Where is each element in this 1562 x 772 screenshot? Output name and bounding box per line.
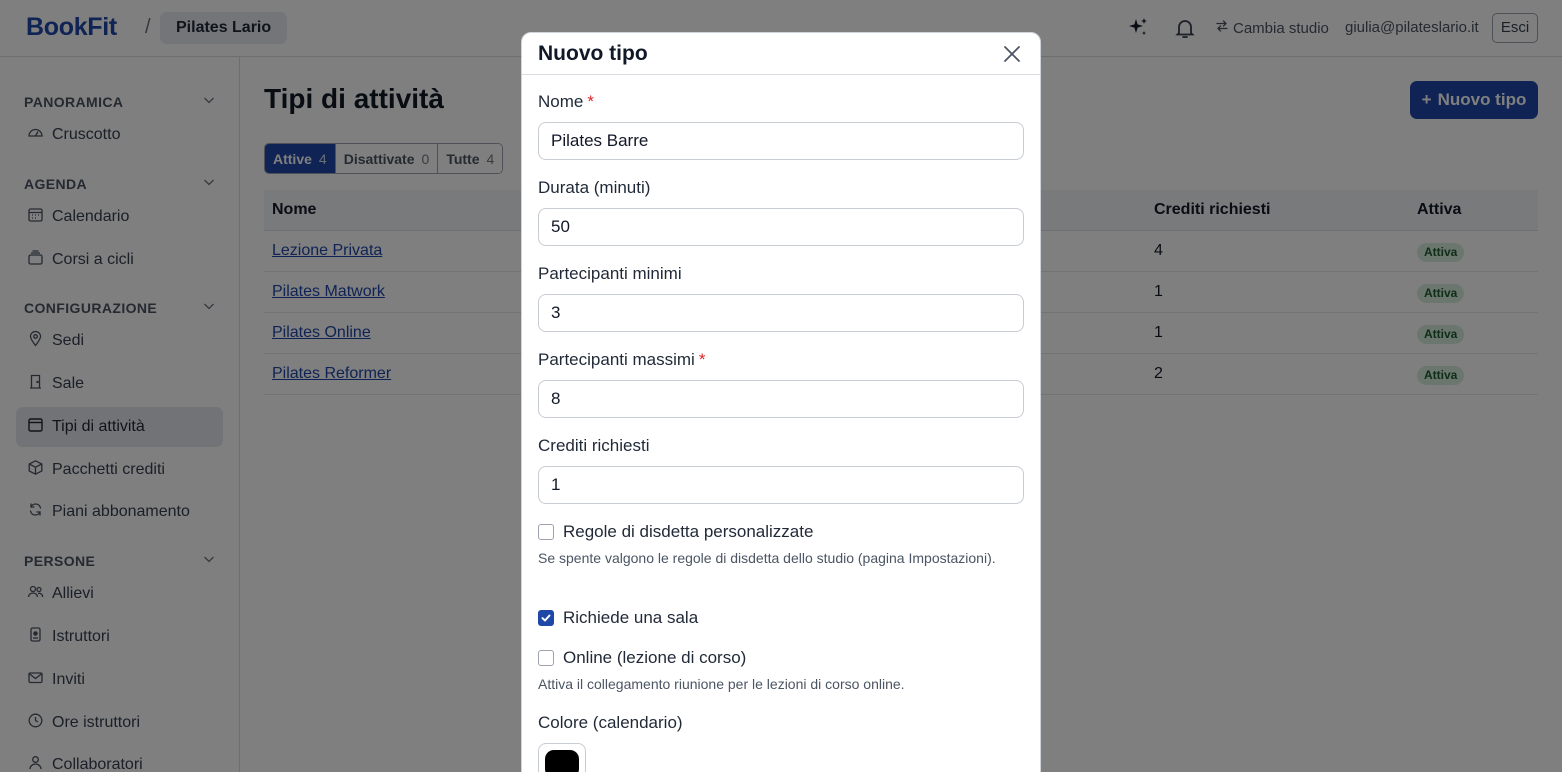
online-hint: Attiva il collegamento riunione per le l… [538, 676, 905, 692]
name-label-text: Nome [538, 92, 584, 111]
check-icon [541, 614, 551, 622]
color-label: Colore (calendario) [538, 713, 683, 732]
online-checkbox[interactable] [538, 650, 554, 666]
max-participants-label-text: Partecipanti massimi [538, 350, 695, 369]
custom-cancellation-label: Regole di disdetta personalizzate [563, 522, 814, 541]
dialog-header: Nuovo tipo [522, 33, 1040, 75]
requires-room-toggle[interactable]: Richiede una sala [538, 608, 698, 628]
requires-room-label: Richiede una sala [563, 608, 699, 627]
dialog-title: Nuovo tipo [538, 42, 648, 65]
required-marker: * [698, 350, 706, 369]
max-participants-label: Partecipanti massimi * [538, 350, 705, 370]
color-picker[interactable] [538, 743, 586, 772]
requires-room-checkbox[interactable] [538, 610, 554, 626]
max-participants-input[interactable] [538, 380, 1024, 418]
name-label: Nome * [538, 92, 594, 112]
online-label: Online (lezione di corso) [563, 648, 747, 667]
color-swatch [545, 750, 579, 772]
required-marker: * [587, 92, 594, 111]
duration-input[interactable] [538, 208, 1024, 246]
custom-cancellation-toggle[interactable]: Regole di disdetta personalizzate [538, 522, 813, 542]
min-participants-label: Partecipanti minimi [538, 264, 682, 283]
name-input[interactable] [538, 122, 1024, 160]
close-icon[interactable] [1000, 42, 1024, 66]
online-toggle[interactable]: Online (lezione di corso) [538, 648, 746, 668]
credits-input[interactable] [538, 466, 1024, 504]
min-participants-input[interactable] [538, 294, 1024, 332]
credits-label: Crediti richiesti [538, 436, 650, 455]
custom-cancellation-hint: Se spente valgono le regole di disdetta … [538, 550, 996, 566]
duration-label: Durata (minuti) [538, 178, 651, 197]
new-type-dialog: Nuovo tipo Nome* Durata (minuti) Parteci… [521, 32, 1041, 772]
custom-cancellation-checkbox[interactable] [538, 524, 554, 540]
